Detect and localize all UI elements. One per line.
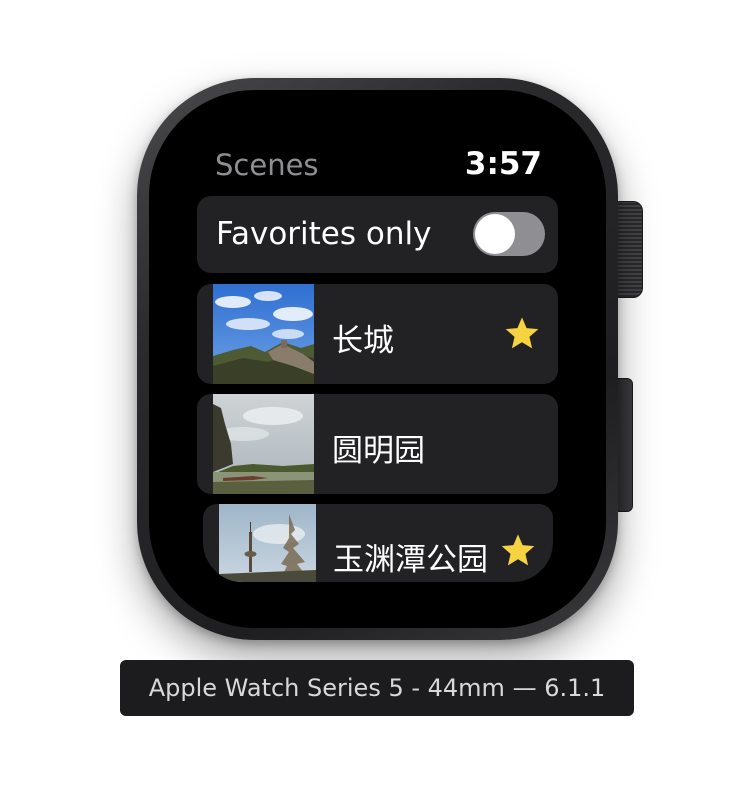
simulator-stage: Scenes 3:57 Favorites only 长城 圆明园 玉渊潭公园 …: [0, 0, 756, 788]
scene-name: 玉渊潭公园: [333, 542, 488, 578]
device-label: Apple Watch Series 5 - 44mm — 6.1.1: [120, 660, 634, 716]
watch-screen: Scenes 3:57 Favorites only 长城 圆明园 玉渊潭公园: [157, 98, 598, 620]
scene-name: 长城: [332, 323, 394, 359]
yuyuantan-park-photo: [219, 504, 316, 582]
favorite-star-icon[interactable]: [503, 315, 541, 353]
favorites-only-row[interactable]: Favorites only: [197, 196, 558, 273]
great-wall-photo: [213, 284, 314, 384]
scene-name: 圆明园: [332, 433, 425, 469]
scene-row-yuanmingyuan[interactable]: 圆明园: [197, 394, 558, 494]
favorites-only-switch[interactable]: [473, 212, 545, 256]
scene-row-yuyuantan-park[interactable]: 玉渊潭公园: [203, 504, 553, 582]
app-title: Scenes: [215, 148, 319, 182]
favorite-star-icon[interactable]: [499, 532, 537, 570]
switch-knob: [475, 214, 515, 254]
yuanmingyuan-photo: [213, 394, 314, 494]
favorites-only-label: Favorites only: [216, 216, 432, 252]
scene-row-great-wall[interactable]: 长城: [197, 284, 558, 384]
status-time: 3:57: [464, 146, 542, 182]
